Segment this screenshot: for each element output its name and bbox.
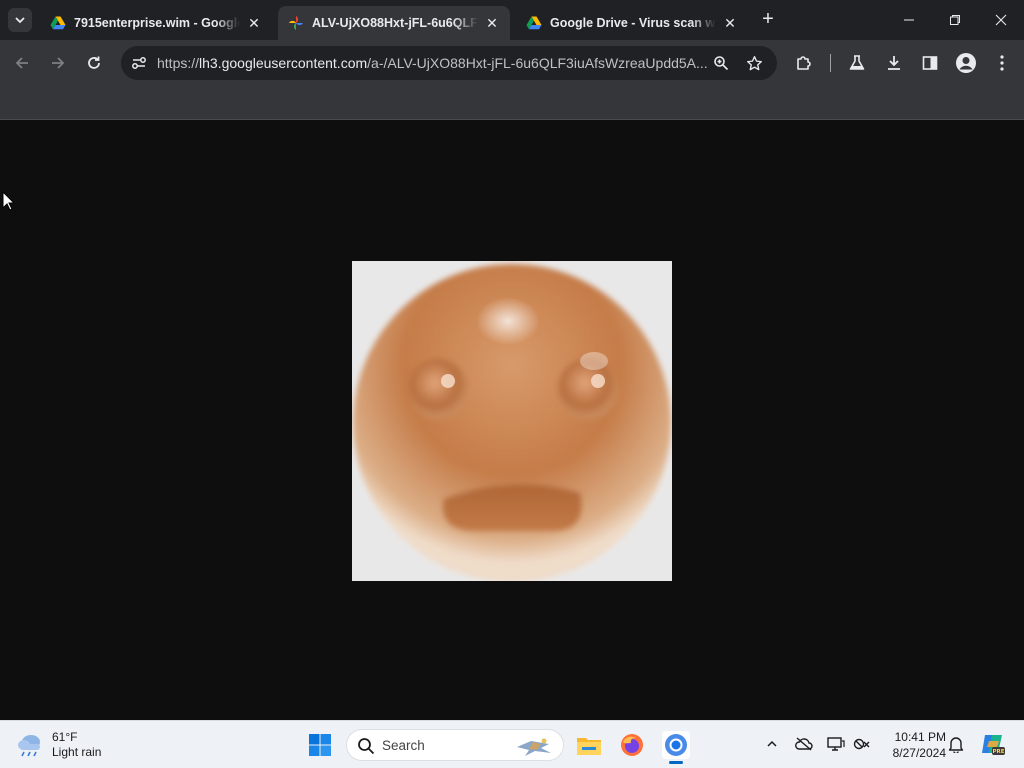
google-drive-icon [526,16,542,30]
extensions-button[interactable] [792,51,816,75]
close-icon[interactable]: ✕ [722,15,738,32]
close-icon[interactable]: ✕ [484,15,500,32]
windows-start-icon[interactable] [308,733,332,757]
url-path: /a-/ALV-UjXO88Hxt-jFL-6u6QLF3iuAfsWzreaU… [367,55,708,71]
tab-virus-scan-warning[interactable]: Google Drive - Virus scan warning ✕ [516,6,748,40]
notifications-button[interactable] [946,734,966,754]
download-icon [888,56,900,70]
labs-button[interactable] [845,51,869,75]
side-panel-icon [922,56,938,70]
system-clock[interactable]: 10:41 PM 8/27/2024 [880,729,946,761]
rain-cloud-icon [18,735,40,757]
url-text[interactable]: https://lh3.googleusercontent.com/a-/ALV… [157,55,713,71]
mouse-cursor-icon [2,191,16,211]
clock-date: 8/27/2024 [892,746,946,760]
chrome-button[interactable] [662,731,690,764]
monitor-icon [827,737,845,751]
close-icon [995,14,1007,26]
onedrive-status-button[interactable] [794,734,814,754]
bookmark-star-button[interactable] [744,53,764,73]
chevron-down-icon [15,17,25,24]
copilot-icon: PRE [982,735,1005,755]
window-close-button[interactable] [978,0,1024,40]
downloads-button[interactable] [882,51,906,75]
site-info-icon[interactable] [129,53,149,73]
url-scheme: https:// [157,55,200,71]
tab-strip: 7915enterprise.wim - Google Drive ✕ ALV-… [0,0,1024,40]
zoom-icon [714,56,729,71]
new-tab-button[interactable]: + [757,9,779,31]
displayed-image[interactable] [352,261,672,581]
restore-icon [950,15,960,25]
svg-text:PRE: PRE [992,749,1004,755]
tab-search-button[interactable] [8,8,32,32]
search-placeholder: Search [382,738,425,753]
minimize-button[interactable] [886,0,932,40]
weather-temperature: 61°F [52,730,78,744]
file-explorer-icon [577,738,601,755]
google-photos-icon [289,16,303,30]
tab-title: ALV-UjXO88Hxt-jFL-6u6QLF3iu [312,16,478,30]
cloud-off-icon [795,737,813,751]
firefox-icon [621,734,643,756]
arrow-right-icon [52,57,65,69]
chrome-icon [665,734,687,756]
display-button[interactable] [826,734,846,754]
firefox-button[interactable] [618,731,646,759]
restore-button[interactable] [932,0,978,40]
more-vertical-icon [1000,55,1004,71]
browser-menu-button[interactable] [990,51,1014,75]
address-bar[interactable]: https://lh3.googleusercontent.com/a-/ALV… [121,46,777,80]
side-panel-button[interactable] [918,51,942,75]
puzzle-icon [797,56,811,70]
file-explorer-button[interactable] [575,731,603,759]
copilot-button[interactable]: PRE [980,731,1006,757]
taskbar-search-box[interactable]: Search [346,729,564,761]
search-highlight-icon [517,738,551,756]
chevron-up-icon [767,740,777,747]
clock-time: 10:41 PM [894,730,946,744]
avatar-icon [956,53,976,73]
network-status-button[interactable] [852,734,872,754]
show-hidden-icons-button[interactable] [762,734,782,754]
star-icon [746,55,762,70]
weather-condition: Light rain [52,745,102,759]
weather-widget[interactable]: 61°F Light rain [16,729,101,761]
profile-button[interactable] [954,51,978,75]
url-host: lh3.googleusercontent.com [199,55,368,71]
bookmarks-bar [0,86,1024,120]
google-drive-icon [50,16,66,30]
minimize-icon [904,19,914,21]
browser-toolbar: https://lh3.googleusercontent.com/a-/ALV… [0,40,1024,86]
tab-title: Google Drive - Virus scan warning [550,16,716,30]
network-disconnected-icon [853,738,870,750]
running-indicator [669,761,683,764]
zoom-button[interactable] [711,53,731,73]
close-icon[interactable]: ✕ [246,15,262,32]
smiley-face-image [352,261,672,581]
tab-google-drive-file[interactable]: 7915enterprise.wim - Google Drive ✕ [40,6,272,40]
arrow-left-icon [15,57,28,69]
back-button[interactable] [10,51,34,75]
toolbar-divider [830,54,831,72]
forward-button[interactable] [46,51,70,75]
reload-icon [88,56,100,69]
search-icon [358,738,375,755]
reload-button[interactable] [82,51,106,75]
flask-icon [849,55,865,70]
tab-photo-active[interactable]: ALV-UjXO88Hxt-jFL-6u6QLF3iu ✕ [278,6,510,40]
windows-taskbar: 61°F Light rain Search 10:41 PM 8/27/202… [0,720,1024,768]
tab-title: 7915enterprise.wim - Google Drive [74,16,240,30]
page-viewport [0,121,1024,720]
bell-icon [948,736,964,753]
